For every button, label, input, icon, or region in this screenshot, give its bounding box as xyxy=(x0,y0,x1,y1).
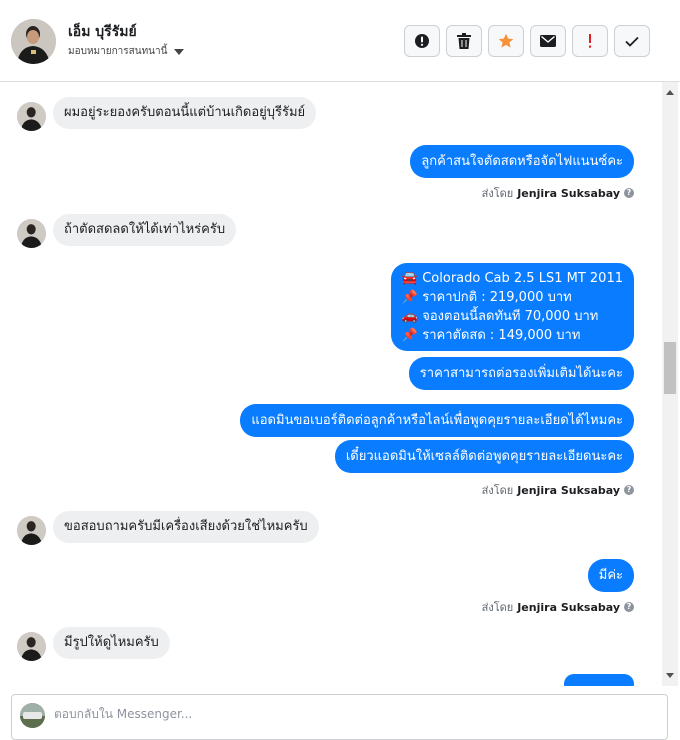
detail-line: 📌 ราคาตัดสด : 149,000 บาท xyxy=(401,328,581,343)
contact-name[interactable]: เอ็ม บุรีรัมย์ xyxy=(68,21,137,43)
sent-by-prefix: ส่งโดย xyxy=(481,187,514,200)
outgoing-message: เดี๋ยวแอดมินให้เซลล์ติดต่อพูดคุยรายละเอี… xyxy=(334,440,634,473)
sender-name: Jenjira Suksabay xyxy=(517,483,620,497)
incoming-message: ขอสอบถามครับมีเครื่องเสียงด้วยใช่ไหมครับ xyxy=(53,511,319,543)
incoming-message: ผมอยู่ระยองครับตอนนี้แต่บ้านเกิดอยู่บุรี… xyxy=(53,97,317,129)
contact-avatar-small xyxy=(17,102,46,131)
detail-line: 🚗 จองตอนนี้ลดทันที 70,000 บาท xyxy=(401,309,599,324)
outgoing-message-car-details: 🚘 Colorado Cab 2.5 LS1 MT 2011 📌 ราคาปกต… xyxy=(390,263,634,351)
delete-button[interactable] xyxy=(446,25,482,57)
alert-circle-icon xyxy=(415,34,429,48)
star-icon xyxy=(498,33,514,48)
reply-composer xyxy=(11,694,668,740)
reply-input[interactable] xyxy=(54,707,614,721)
exclamation-icon xyxy=(589,34,591,48)
scroll-down-arrow-icon[interactable] xyxy=(666,673,674,678)
follow-up-button[interactable] xyxy=(572,25,608,57)
conversation-header: เอ็ม บุรีรัมย์ มอบหมายการสนทนานี้ xyxy=(0,0,680,82)
sent-by-prefix: ส่งโดย xyxy=(481,484,514,497)
mark-spam-button[interactable] xyxy=(404,25,440,57)
caret-down-icon xyxy=(174,48,185,55)
assign-conversation-dropdown[interactable]: มอบหมายการสนทนานี้ xyxy=(68,44,185,59)
outgoing-message: มีค่ะ xyxy=(587,559,634,592)
message-thread: ผมอยู่ระยองครับตอนนี้แต่บ้านเกิดอยู่บุรี… xyxy=(0,82,662,686)
thread-scrollbar[interactable] xyxy=(662,82,678,686)
mark-done-button[interactable] xyxy=(614,25,650,57)
help-icon[interactable]: ? xyxy=(624,188,634,198)
sent-by-label: ส่งโดย Jenjira Suksabay ? xyxy=(482,598,634,616)
trash-icon xyxy=(457,33,471,49)
mark-unread-button[interactable] xyxy=(530,25,566,57)
help-icon[interactable]: ? xyxy=(624,602,634,612)
star-button[interactable] xyxy=(488,25,524,57)
envelope-icon xyxy=(540,35,556,47)
contact-avatar[interactable] xyxy=(11,19,56,64)
detail-line: 🚘 Colorado Cab 2.5 LS1 MT 2011 xyxy=(401,271,623,286)
contact-avatar-small xyxy=(17,632,46,661)
sent-by-label: ส่งโดย Jenjira Suksabay ? xyxy=(482,184,634,202)
sent-by-label: ส่งโดย Jenjira Suksabay ? xyxy=(482,481,634,499)
outgoing-message: ราคาสามารถต่อรองเพิ่มเติมได้นะคะ xyxy=(408,357,634,390)
outgoing-message: ลูกค้าสนใจตัดสดหรือจัดไฟแนนซ์คะ xyxy=(410,145,634,178)
incoming-message: มีรูปให้ดูไหมครับ xyxy=(53,627,170,659)
incoming-message: ถ้าตัดสดลดให้ได้เท่าไหร่ครับ xyxy=(53,214,237,246)
sent-by-prefix: ส่งโดย xyxy=(481,601,514,614)
conversation-actions xyxy=(404,25,650,57)
sender-name: Jenjira Suksabay xyxy=(517,600,620,614)
sender-name: Jenjira Suksabay xyxy=(517,186,620,200)
scrollbar-thumb[interactable] xyxy=(664,342,676,394)
outgoing-message: แอดมินขอเบอร์ติดต่อลูกค้าหรือไลน์เพื่อพู… xyxy=(240,404,634,437)
help-icon[interactable]: ? xyxy=(624,485,634,495)
contact-avatar-small xyxy=(17,516,46,545)
contact-avatar-small xyxy=(17,219,46,248)
outgoing-message-partial xyxy=(564,674,634,686)
scroll-up-arrow-icon[interactable] xyxy=(666,90,674,95)
assign-label: มอบหมายการสนทนานี้ xyxy=(68,46,168,57)
check-icon xyxy=(625,36,639,47)
page-avatar xyxy=(20,703,45,728)
detail-line: 📌 ราคาปกติ : 219,000 บาท xyxy=(401,290,572,305)
